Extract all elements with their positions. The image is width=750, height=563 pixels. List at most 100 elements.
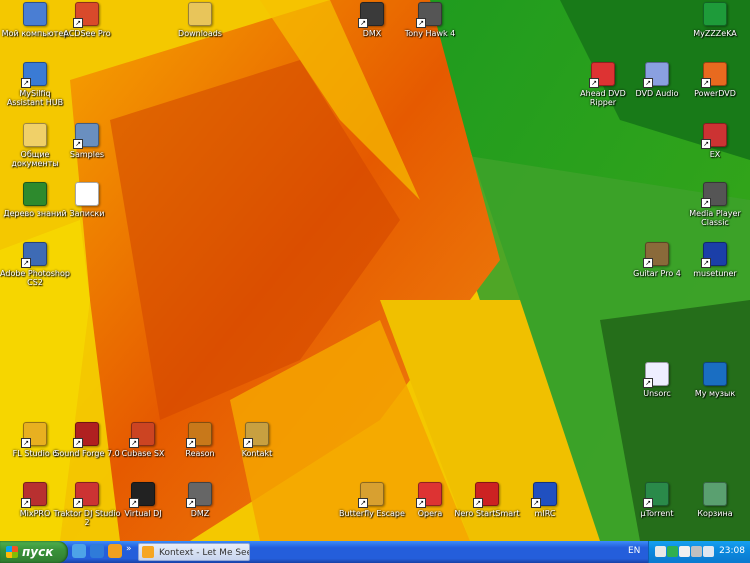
desktop-icon-kontakt[interactable]: ↗ Kontakt <box>222 422 292 458</box>
show-desktop-icon[interactable] <box>72 544 86 558</box>
desktop-icon-samples[interactable]: ↗ Samples <box>52 123 122 159</box>
desktop-icon-assistant[interactable]: ↗ MySilfiq Assistant HUB <box>0 62 70 107</box>
language-indicator[interactable]: EN <box>628 546 640 556</box>
taskbar: пуск » Kontext - Let Me See… EN 23:08 <box>0 541 750 563</box>
kontakt-icon: ↗ <box>243 422 269 448</box>
musetuner-icon: ↗ <box>701 242 727 268</box>
tray-icon-3[interactable] <box>679 546 690 557</box>
desktop-icon-powerdvd[interactable]: ↗ PowerDVD <box>680 62 750 98</box>
media-player-icon[interactable] <box>108 544 122 558</box>
shortcut-arrow-icon: ↗ <box>21 78 31 88</box>
shortcut-arrow-icon: ↗ <box>701 78 711 88</box>
shortcut-arrow-icon: ↗ <box>589 78 599 88</box>
windows-flag-icon <box>6 546 18 558</box>
cubase-icon: ↗ <box>129 422 155 448</box>
shortcut-arrow-icon: ↗ <box>21 258 31 268</box>
dvd-audio-icon: ↗ <box>643 62 669 88</box>
desktop-icon-label: Корзина <box>697 509 733 518</box>
downloads-folder-icon <box>188 2 212 26</box>
desktop-icon-label: ACDSee Pro <box>63 29 111 38</box>
taskbar-button-kontext[interactable]: Kontext - Let Me See… <box>138 543 250 561</box>
powerdvd-icon: ↗ <box>701 62 727 88</box>
notes-icon <box>75 182 99 206</box>
mixpro-icon: ↗ <box>21 482 47 508</box>
shortcut-arrow-icon: ↗ <box>701 198 711 208</box>
internet-explorer-icon[interactable] <box>90 544 104 558</box>
desktop-icon-downloads-folder[interactable]: Downloads <box>165 2 235 38</box>
desktop-icon-photoshop[interactable]: ↗ Adobe Photoshop CS2 <box>0 242 70 287</box>
shortcut-arrow-icon: ↗ <box>643 78 653 88</box>
desktop-icon-myzzzeka[interactable]: MyZZZeKA <box>680 2 750 38</box>
tray-icon-2[interactable] <box>667 546 678 557</box>
desktop-icon-tony-hawk[interactable]: ↗ Tony Hawk 4 <box>395 2 465 38</box>
desktop-icon-ex[interactable]: ↗ EX <box>680 123 750 159</box>
photoshop-icon: ↗ <box>21 242 47 268</box>
nero-icon: ↗ <box>473 482 499 508</box>
desktop-icon-label: Adobe Photoshop CS2 <box>0 269 70 287</box>
folder-icon <box>142 546 154 558</box>
samples-icon: ↗ <box>73 123 99 149</box>
desktop-icon-media-player-classic[interactable]: ↗ Media Player Classic <box>680 182 750 227</box>
mirc-icon: ↗ <box>531 482 557 508</box>
shortcut-arrow-icon: ↗ <box>473 498 483 508</box>
shortcut-arrow-icon: ↗ <box>21 438 31 448</box>
desktop-icon-label: My музык <box>694 389 736 398</box>
desktop-icon-label: Media Player Classic <box>689 209 741 227</box>
desktop-icon-label: Записки <box>69 209 105 218</box>
desktop-icon-label: Tony Hawk 4 <box>404 29 456 38</box>
shortcut-arrow-icon: ↗ <box>73 18 83 28</box>
desktop-icon-label: Kontakt <box>241 449 273 458</box>
desktop-icon-label: musetuner <box>693 269 737 278</box>
desktop-icon-musetuner[interactable]: ↗ musetuner <box>680 242 750 278</box>
desktop-icon-label: DMZ <box>190 509 210 518</box>
shortcut-arrow-icon: ↗ <box>643 378 653 388</box>
shortcut-arrow-icon: ↗ <box>129 498 139 508</box>
shortcut-arrow-icon: ↗ <box>701 139 711 149</box>
assistant-icon: ↗ <box>21 62 47 88</box>
desktop-icon-label: mIRC <box>534 509 556 518</box>
desktop-icon-label: MySilfiq Assistant HUB <box>6 89 64 107</box>
my-music-icon <box>703 362 727 386</box>
butterfly-escape-icon: ↗ <box>358 482 384 508</box>
shortcut-arrow-icon: ↗ <box>186 438 196 448</box>
desktop-icon-notes[interactable]: Записки <box>52 182 122 218</box>
desktop-icon-dmz[interactable]: ↗ DMZ <box>165 482 235 518</box>
start-button[interactable]: пуск <box>0 541 68 563</box>
desktop[interactable]: Мой компьютер ↗ ACDSee Pro Downloads ↗ DMX ↗ To… <box>0 0 750 541</box>
desktop-icon-acdsee[interactable]: ↗ ACDSee Pro <box>52 2 122 38</box>
myzzzeka-icon <box>703 2 727 26</box>
desktop-icon-my-music[interactable]: My музык <box>680 362 750 398</box>
tree-icon <box>23 182 47 206</box>
shortcut-arrow-icon: ↗ <box>416 498 426 508</box>
tray-icon-5[interactable] <box>703 546 714 557</box>
shortcut-arrow-icon: ↗ <box>243 438 253 448</box>
shortcut-arrow-icon: ↗ <box>416 18 426 28</box>
my-computer-icon <box>23 2 47 26</box>
tray-icon-1[interactable] <box>655 546 666 557</box>
guitar-pro-icon: ↗ <box>643 242 669 268</box>
shortcut-arrow-icon: ↗ <box>73 139 83 149</box>
desktop-icon-label: MyZZZeKA <box>693 29 737 38</box>
ahead-dvd-ripper-icon: ↗ <box>589 62 615 88</box>
shortcut-arrow-icon: ↗ <box>358 498 368 508</box>
quick-launch-overflow[interactable]: » <box>126 544 132 554</box>
shortcut-arrow-icon: ↗ <box>73 498 83 508</box>
taskbar-button-label: Kontext - Let Me See… <box>159 548 249 558</box>
clock: 23:08 <box>719 546 745 556</box>
desktop-icon-mirc[interactable]: ↗ mIRC <box>510 482 580 518</box>
shared-docs-folder-icon <box>23 123 47 147</box>
tray-icon-4[interactable] <box>691 546 702 557</box>
system-tray: 23:08 <box>648 541 750 563</box>
media-player-classic-icon: ↗ <box>701 182 727 208</box>
quick-launch <box>72 544 126 560</box>
virtual-dj-icon: ↗ <box>129 482 155 508</box>
shortcut-arrow-icon: ↗ <box>21 498 31 508</box>
sound-forge-icon: ↗ <box>73 422 99 448</box>
unsorted-icon: ↗ <box>643 362 669 388</box>
fl-studio-icon: ↗ <box>21 422 47 448</box>
ex-icon: ↗ <box>701 123 727 149</box>
tony-hawk-icon: ↗ <box>416 2 442 28</box>
desktop-icon-label: PowerDVD <box>694 89 736 98</box>
shortcut-arrow-icon: ↗ <box>531 498 541 508</box>
desktop-icon-recycle-bin[interactable]: Корзина <box>680 482 750 518</box>
